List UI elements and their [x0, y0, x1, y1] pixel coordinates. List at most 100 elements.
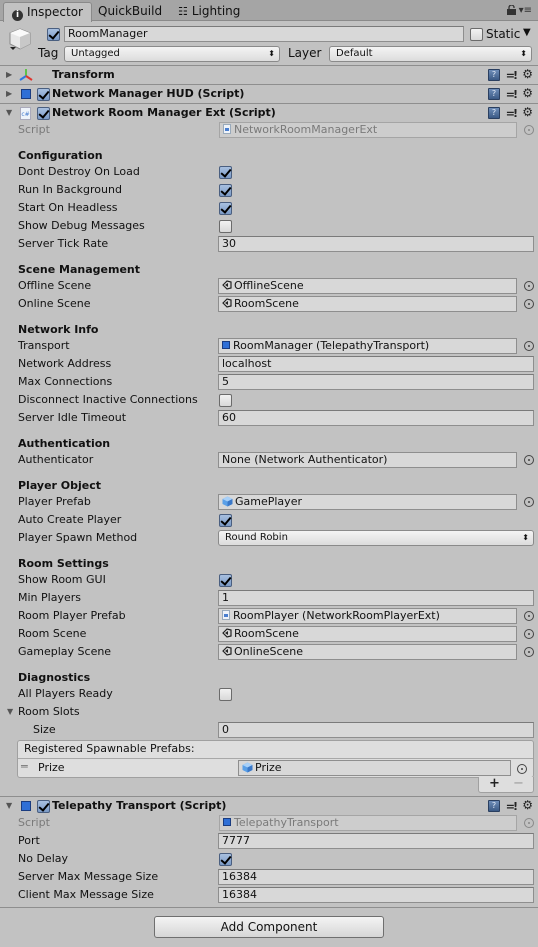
- room-slots-size-input[interactable]: 0: [218, 722, 534, 738]
- room-scene-field[interactable]: RoomScene: [218, 626, 517, 642]
- max-connections-label: Max Connections: [18, 375, 113, 388]
- add-item-button[interactable]: +: [489, 776, 500, 791]
- gear-icon[interactable]: ⚙: [522, 67, 533, 81]
- client-max-message-size-input[interactable]: 16384: [218, 887, 534, 903]
- help-icon[interactable]: ?: [488, 107, 500, 119]
- auto-create-player-label: Auto Create Player: [18, 513, 122, 526]
- dropdown-arrows-icon: ⬍: [520, 49, 527, 58]
- transform-header[interactable]: ▶ Transform ? =! ⚙: [0, 65, 538, 84]
- port-input[interactable]: 7777: [218, 833, 534, 849]
- disconnect-inactive-label: Disconnect Inactive Connections: [18, 393, 198, 406]
- active-checkbox[interactable]: [47, 28, 60, 41]
- telepathy-transport-header[interactable]: ▼ Telepathy Transport (Script) ? =! ⚙: [0, 796, 538, 815]
- help-icon[interactable]: ?: [488, 69, 500, 81]
- network-address-input[interactable]: localhost: [218, 356, 534, 372]
- component-title: Network Manager HUD (Script): [52, 87, 245, 100]
- run-in-background-checkbox[interactable]: [219, 184, 232, 197]
- show-room-gui-checkbox[interactable]: [219, 574, 232, 587]
- section-scene-management: Scene Management: [18, 263, 140, 276]
- object-picker-icon[interactable]: [524, 647, 534, 657]
- remove-item-button[interactable]: −: [513, 776, 524, 791]
- help-icon[interactable]: ?: [488, 88, 500, 100]
- dont-destroy-checkbox[interactable]: [219, 166, 232, 179]
- object-picker-icon: [524, 818, 534, 828]
- expand-icon[interactable]: ▶: [6, 70, 12, 79]
- gear-icon[interactable]: ⚙: [522, 86, 533, 100]
- object-picker-icon[interactable]: [524, 299, 534, 309]
- component-enabled-checkbox[interactable]: [37, 107, 50, 120]
- server-idle-timeout-label: Server Idle Timeout: [18, 411, 127, 424]
- layer-dropdown[interactable]: Default ⬍: [329, 46, 532, 62]
- prize-prefab-field[interactable]: Prize: [238, 760, 511, 776]
- start-on-headless-label: Start On Headless: [18, 201, 118, 214]
- expand-icon[interactable]: ▶: [6, 89, 12, 98]
- preset-icon[interactable]: =!: [506, 88, 518, 101]
- online-scene-label: Online Scene: [18, 297, 91, 310]
- server-tick-rate-input[interactable]: 30: [218, 236, 534, 252]
- network-manager-hud-header[interactable]: ▶ Network Manager HUD (Script) ? =! ⚙: [0, 84, 538, 103]
- max-connections-input[interactable]: 5: [218, 374, 534, 390]
- object-picker-icon[interactable]: [524, 629, 534, 639]
- server-tick-rate-label: Server Tick Rate: [18, 237, 109, 250]
- gear-icon[interactable]: ⚙: [522, 105, 533, 119]
- object-picker-icon[interactable]: [517, 764, 527, 774]
- show-debug-label: Show Debug Messages: [18, 219, 145, 232]
- object-picker-icon[interactable]: [524, 455, 534, 465]
- authenticator-field[interactable]: None (Network Authenticator): [218, 452, 517, 468]
- tab-lighting[interactable]: ☷ Lighting: [170, 2, 248, 21]
- room-scene-label: Room Scene: [18, 627, 87, 640]
- all-players-ready-checkbox[interactable]: [219, 688, 232, 701]
- start-on-headless-checkbox[interactable]: [219, 202, 232, 215]
- transport-field[interactable]: RoomManager (TelepathyTransport): [218, 338, 517, 354]
- preset-icon[interactable]: =!: [506, 107, 518, 120]
- show-debug-checkbox[interactable]: [219, 220, 232, 233]
- room-slots-size-label: Size: [33, 723, 56, 736]
- server-max-message-size-input[interactable]: 16384: [218, 869, 534, 885]
- dropdown-arrows-icon: ⬍: [268, 49, 275, 58]
- show-room-gui-label: Show Room GUI: [18, 573, 106, 586]
- component-enabled-checkbox[interactable]: [37, 800, 50, 813]
- collapse-icon[interactable]: ▼: [6, 801, 12, 810]
- gear-icon[interactable]: ⚙: [522, 798, 533, 812]
- object-picker-icon[interactable]: [524, 611, 534, 621]
- min-players-input[interactable]: 1: [218, 590, 534, 606]
- divider: [0, 907, 538, 908]
- object-picker-icon[interactable]: [524, 497, 534, 507]
- section-network-info: Network Info: [18, 323, 99, 336]
- collapse-icon[interactable]: ▼: [6, 108, 12, 117]
- static-checkbox[interactable]: [470, 28, 483, 41]
- auto-create-player-checkbox[interactable]: [219, 514, 232, 527]
- preset-icon[interactable]: =!: [506, 69, 518, 82]
- gameplay-scene-field[interactable]: OnlineScene: [218, 644, 517, 660]
- player-prefab-field[interactable]: GamePlayer: [218, 494, 517, 510]
- help-icon[interactable]: ?: [488, 800, 500, 812]
- list-item[interactable]: ═ Prize Prize: [18, 759, 533, 777]
- object-picker-icon[interactable]: [524, 281, 534, 291]
- network-room-manager-header[interactable]: ▼ c# Network Room Manager Ext (Script) ?…: [0, 103, 538, 122]
- object-picker-icon: [524, 125, 534, 135]
- drag-handle-icon[interactable]: ═: [21, 760, 28, 773]
- static-dropdown-icon[interactable]: ▼: [523, 27, 531, 38]
- tab-menu-icon[interactable]: ▾≡: [519, 5, 532, 16]
- no-delay-checkbox[interactable]: [219, 853, 232, 866]
- dropdown-arrows-icon: ⬍: [522, 533, 529, 542]
- lock-icon[interactable]: [507, 5, 516, 15]
- add-component-button[interactable]: Add Component: [154, 916, 384, 938]
- preset-icon[interactable]: =!: [506, 800, 518, 813]
- component-title: Network Room Manager Ext (Script): [52, 106, 276, 119]
- room-player-prefab-field[interactable]: RoomPlayer (NetworkRoomPlayerExt): [218, 608, 517, 624]
- script-component-icon: [21, 801, 31, 811]
- server-idle-timeout-input[interactable]: 60: [218, 410, 534, 426]
- object-name-input[interactable]: RoomManager: [64, 26, 464, 42]
- room-slots-foldout-icon[interactable]: ▼: [7, 707, 13, 716]
- tag-dropdown[interactable]: Untagged ⬍: [64, 46, 280, 62]
- player-spawn-method-dropdown[interactable]: Round Robin ⬍: [218, 530, 534, 546]
- offline-scene-field[interactable]: OfflineScene: [218, 278, 517, 294]
- tab-quickbuild[interactable]: QuickBuild: [90, 2, 170, 21]
- object-picker-icon[interactable]: [524, 341, 534, 351]
- disconnect-inactive-checkbox[interactable]: [219, 394, 232, 407]
- component-enabled-checkbox[interactable]: [37, 88, 50, 101]
- tab-inspector[interactable]: i Inspector: [3, 2, 92, 22]
- online-scene-field[interactable]: RoomScene: [218, 296, 517, 312]
- room-slots-label[interactable]: Room Slots: [18, 705, 80, 718]
